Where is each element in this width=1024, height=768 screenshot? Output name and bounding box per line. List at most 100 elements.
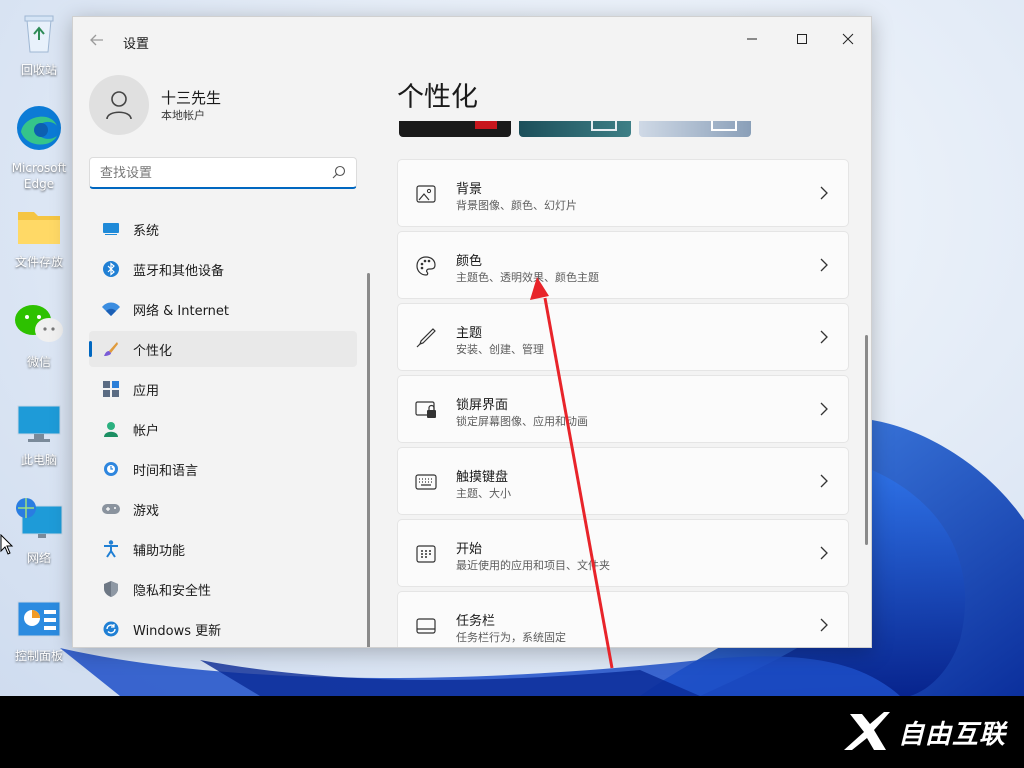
sidebar-item-bluetooth[interactable]: 蓝牙和其他设备 [89,251,357,287]
settings-card-taskbar[interactable]: 任务栏 任务栏行为，系统固定 [397,591,849,647]
desktop-icon-control-panel[interactable]: 控制面板 [4,600,74,664]
desktop-icon-folder[interactable]: 文件存放 [4,206,74,270]
arrow-left-icon [90,34,103,46]
sidebar-item-label: 蓝牙和其他设备 [133,263,225,279]
sidebar-item-gaming[interactable]: 游戏 [89,491,357,527]
sidebar-nav: 系统 蓝牙和其他设备 网络 & Internet 个性化 应用 帐户 时间和语言… [89,211,357,647]
mouse-cursor-icon [0,534,14,555]
image-icon [414,182,438,206]
desktop-icon-wechat[interactable]: 微信 [4,302,74,370]
control-panel-icon [4,600,74,644]
card-title: 锁屏界面 [456,398,509,413]
search-icon[interactable] [332,165,346,179]
sidebar-item-label: 时间和语言 [133,463,199,479]
back-button[interactable] [87,31,107,51]
wifi-icon [101,299,121,319]
theme-thumbnail-3[interactable] [639,121,751,137]
chevron-right-icon [820,546,828,560]
search-box[interactable] [89,157,357,189]
card-title: 主题 [456,326,483,341]
sidebar-item-system[interactable]: 系统 [89,211,357,247]
sidebar-item-label: 系统 [133,223,160,239]
user-icon [106,91,132,120]
active-indicator [89,341,92,357]
card-title: 颜色 [456,254,483,269]
pen-icon [414,326,438,350]
bluetooth-icon [101,259,121,279]
edge-icon [4,104,74,156]
settings-window: 设置 十三先生 本地帐户 系统 蓝牙和其他设备 [72,16,872,648]
settings-card-colors[interactable]: 颜色 主题色、透明效果、颜色主题 [397,231,849,299]
theme-thumbnail-1[interactable] [399,121,511,137]
chevron-right-icon [820,474,828,488]
settings-card-touch-keyboard[interactable]: 触摸键盘 主题、大小 [397,447,849,515]
sidebar-item-personalization[interactable]: 个性化 [89,331,357,367]
card-title: 开始 [456,542,483,557]
card-title: 触摸键盘 [456,470,509,485]
chevron-right-icon [820,330,828,344]
watermark-x-logo-icon [843,712,890,750]
minimize-button[interactable] [729,23,775,55]
sidebar-item-label: 应用 [133,383,160,399]
chevron-right-icon [820,618,828,632]
apps-icon [101,379,121,399]
desktop-icon-recycle-bin[interactable]: 回收站 [4,10,74,78]
sidebar-item-time-language[interactable]: 时间和语言 [89,451,357,487]
search-input[interactable] [100,164,320,182]
chevron-right-icon [820,402,828,416]
sidebar-item-apps[interactable]: 应用 [89,371,357,407]
sidebar: 十三先生 本地帐户 系统 蓝牙和其他设备 网络 & Internet 个性化 [73,65,373,647]
card-title: 背景 [456,182,483,197]
main-scrollbar[interactable] [865,335,868,545]
sidebar-item-privacy[interactable]: 隐私和安全性 [89,571,357,607]
minimize-icon [747,38,757,40]
maximize-icon [797,34,807,44]
computer-icon [4,404,74,448]
desktop-icon-label: 回收站 [20,63,57,77]
desktop-icon-edge[interactable]: Microsoft Edge [4,104,74,192]
desktop-icon-this-pc[interactable]: 此电脑 [4,404,74,468]
taskbar-icon [414,614,438,638]
chevron-right-icon [820,258,828,272]
chevron-right-icon [820,186,828,200]
title-bar: 设置 [73,17,871,65]
card-subtitle: 背景图像、颜色、幻灯片 [456,199,577,212]
card-subtitle: 任务栏行为，系统固定 [456,631,566,644]
settings-card-background[interactable]: 背景 背景图像、颜色、幻灯片 [397,159,849,227]
recycle-bin-icon [4,10,74,58]
settings-card-themes[interactable]: 主题 安装、创建、管理 [397,303,849,371]
card-subtitle: 锁定屏幕图像、应用和动画 [456,415,588,428]
avatar[interactable] [89,75,149,135]
settings-card-start[interactable]: 开始 最近使用的应用和项目、文件夹 [397,519,849,587]
sidebar-item-label: 辅助功能 [133,543,186,559]
sidebar-scrollbar[interactable] [367,273,370,647]
sidebar-item-windows-update[interactable]: Windows 更新 [89,611,357,647]
sidebar-item-network[interactable]: 网络 & Internet [89,291,357,327]
card-subtitle: 主题、大小 [456,487,511,500]
lock-screen-icon [414,398,438,422]
desktop-icon-label: 控制面板 [14,649,63,663]
maximize-button[interactable] [779,23,825,55]
sidebar-item-accessibility[interactable]: 辅助功能 [89,531,357,567]
sidebar-item-label: 个性化 [133,343,173,359]
desktop-icon-label: 文件存放 [14,255,63,269]
close-icon [842,33,854,45]
sidebar-item-accounts[interactable]: 帐户 [89,411,357,447]
card-subtitle: 主题色、透明效果、颜色主题 [456,271,599,284]
start-icon [414,542,438,566]
theme-thumbnail-2[interactable] [519,121,631,137]
main-content: 个性化 背景 背景图像、颜色、幻灯片 颜色 主题色、透明效果、颜色主题 主题 安… [397,65,871,647]
watermark: 自由互联 [840,710,1006,754]
bottom-bar: 自由互联 [0,696,1024,768]
page-title: 个性化 [397,82,478,113]
accessibility-icon [101,539,121,559]
account-icon [101,419,121,439]
desktop-icon-network[interactable]: 网络 [4,496,74,566]
close-button[interactable] [825,23,871,55]
settings-card-lock-screen[interactable]: 锁屏界面 锁定屏幕图像、应用和动画 [397,375,849,443]
app-title: 设置 [123,37,150,52]
desktop-icon-label: 微信 [26,355,51,369]
globe-clock-icon [101,459,121,479]
desktop-icon-label: Microsoft Edge [11,161,67,191]
folder-icon [4,206,74,250]
